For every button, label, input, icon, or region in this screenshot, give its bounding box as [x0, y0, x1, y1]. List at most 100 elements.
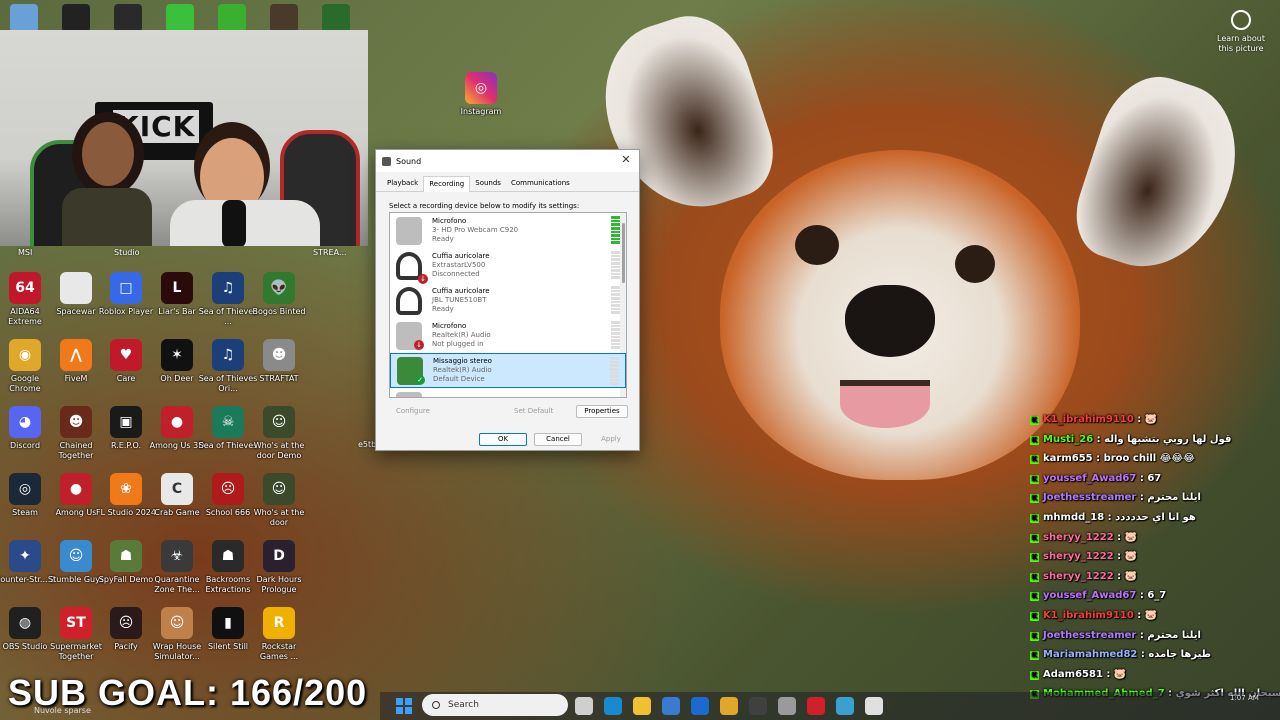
recording-device[interactable]: Microfono 3- HD Pro Webcam C920 Ready [390, 213, 626, 248]
kick-badge-icon: K [1030, 455, 1039, 465]
chat-text: : 67 [1136, 472, 1162, 484]
outlook-icon[interactable] [691, 697, 709, 715]
learn-about-picture-label: Learn about this picture [1217, 34, 1265, 53]
sound-icon[interactable] [865, 697, 883, 715]
game-icon[interactable] [270, 4, 298, 32]
cancel-button[interactable]: Cancel [534, 433, 582, 446]
desktop-icon[interactable]: ☺ Who's at the door [248, 473, 310, 528]
device-detail: Disconnected [432, 270, 480, 278]
app-icon: ♫ [212, 339, 244, 371]
task-view-icon[interactable] [575, 697, 593, 715]
sound-dialog: Sound ✕ Playback Recording Sounds Communica… [375, 149, 640, 451]
settings-icon[interactable] [778, 697, 796, 715]
store-icon[interactable] [662, 697, 680, 715]
configure-button[interactable]: Configure [389, 405, 437, 418]
desktop-icon-instagram[interactable]: ◎ Instagram [450, 72, 512, 117]
edge-icon[interactable] [604, 697, 622, 715]
app-icon: 👽 [263, 272, 295, 304]
device-detail: Ready [432, 235, 454, 243]
device-detail: Realtek(R) Audio [432, 331, 491, 339]
recording-device[interactable]: Microphone [390, 388, 626, 397]
chat-message: K Mariamahmed82 : طيزها جامده [1030, 645, 1280, 665]
device-text: Cuffia auricolare JBL TUNE510BT Ready [432, 287, 490, 314]
chat-message: K K1_ibrahim9110 : 🐷 [1030, 410, 1280, 430]
app-icon[interactable] [807, 697, 825, 715]
device-name: Cuffia auricolare [432, 287, 490, 295]
start-button[interactable] [396, 698, 412, 714]
tab-playback[interactable]: Playback [382, 176, 423, 192]
obs-icon[interactable] [749, 697, 767, 715]
learn-about-picture[interactable]: Learn about this picture [1212, 10, 1270, 54]
close-button[interactable]: ✕ [619, 153, 633, 167]
desktop-icon[interactable]: 👽 Bogos Binted [248, 272, 310, 317]
gta-v-icon[interactable] [322, 4, 350, 32]
red-panda-ear [1064, 63, 1256, 287]
kick-badge-icon: K [1030, 670, 1039, 680]
file-explorer-icon[interactable] [633, 697, 651, 715]
level-meter [611, 216, 620, 244]
chat-username: youssef_Awad67 [1043, 590, 1137, 602]
chat-username: Adam6581 [1043, 668, 1103, 680]
chrome-icon[interactable] [720, 697, 738, 715]
skull-game-icon[interactable] [114, 4, 142, 32]
recording-device[interactable]: Cuffia auricolare JBL TUNE510BT Ready [390, 283, 626, 318]
red-panda-mouth [840, 380, 930, 428]
desktop-icon-label: Who's at the door [253, 508, 305, 527]
app-icon: ☣ [161, 540, 193, 572]
app-icon: ◉ [9, 339, 41, 371]
device-text: Missaggio stereo Realtek(R) Audio Default … [433, 357, 492, 384]
kick-badge-icon: K [1030, 474, 1039, 484]
desktop-icon-label: Who's at the door Demo [253, 441, 305, 460]
properties-button[interactable]: Properties [576, 405, 628, 418]
chat-username: Joethesstreamer [1043, 492, 1137, 504]
chat-text: : 🐷 [1113, 570, 1138, 582]
device-name: Microfono [432, 217, 467, 225]
recording-device-list[interactable]: Microfono 3- HD Pro Webcam C920 Ready ↓ Cuff… [389, 212, 627, 398]
kick-badge-icon: K [1030, 435, 1039, 445]
taskbar-search[interactable]: Search [422, 694, 568, 716]
streamer-person [62, 122, 152, 246]
app-icon: 64 [9, 272, 41, 304]
desktop-label[interactable]: STREA... [313, 248, 347, 257]
ok-button[interactable]: OK [479, 433, 527, 446]
news-widget-label[interactable]: Nuvole sparse [34, 706, 91, 715]
app-icon: D [263, 540, 295, 572]
recording-device[interactable]: ↓ Cuffia auricolare ExtrastarLV500 Disconne… [390, 248, 626, 284]
chat-username: mhmdd_18 [1043, 511, 1105, 523]
desktop-icon[interactable]: D Dark Hours Prologue [248, 540, 310, 595]
notepad-icon[interactable] [836, 697, 854, 715]
recording-device[interactable]: ↓ Microfono Realtek(R) Audio Not plugged in [390, 318, 626, 353]
kick-badge-icon: K [1030, 611, 1039, 621]
apply-button[interactable]: Apply [589, 433, 633, 446]
tab-recording[interactable]: Recording [423, 176, 471, 192]
recording-device[interactable]: ✓ Missaggio stereo Realtek(R) Audio Default… [390, 353, 626, 388]
level-meter [611, 286, 620, 314]
tab-communications[interactable]: Communications [506, 176, 575, 192]
device-name: Cuffia auricolare [432, 252, 490, 260]
recycle-bin-icon[interactable] [10, 4, 38, 32]
tab-sounds[interactable]: Sounds [470, 176, 506, 192]
desktop-icon[interactable]: R Rockstar Games ... [248, 607, 310, 662]
device-text: Microfono 3- HD Pro Webcam C920 Ready [432, 217, 518, 244]
chat-message: Kyoussef_Awad67 : 67 [1030, 469, 1280, 489]
desktop-icon[interactable]: ☺ Who's at the door Demo [248, 406, 310, 461]
set-default-button[interactable]: Set Default [507, 405, 560, 418]
microphone [222, 200, 246, 246]
desktop-label[interactable]: e5tb [358, 440, 376, 449]
desktop-label[interactable]: MSI [18, 248, 32, 257]
device-detail: ExtrastarLV500 [432, 261, 486, 269]
desktop-icon-label: Instagram [460, 107, 502, 116]
checkmark-icon: ✓ [415, 374, 425, 385]
epic-games-icon[interactable] [62, 4, 90, 32]
chat-message: K Adam6581 : 🐷 [1030, 665, 1280, 685]
desktop-label[interactable]: Studio [114, 248, 139, 257]
dialog-titlebar: Sound [376, 150, 639, 172]
app-icon: ☻ [263, 339, 295, 371]
taskbar-clock[interactable]: 1:07 AM [1230, 694, 1259, 702]
utorrent-icon[interactable] [218, 4, 246, 32]
kick-badge-icon: K [1030, 553, 1039, 563]
app-icon: R [263, 607, 295, 639]
desktop-icon[interactable]: ☻ STRAFTAT [248, 339, 310, 384]
bluestacks-icon[interactable] [166, 4, 194, 32]
stream-chat: K K1_ibrahim9110 : 🐷 K Musti_26 : قول لها ر… [1030, 410, 1280, 704]
